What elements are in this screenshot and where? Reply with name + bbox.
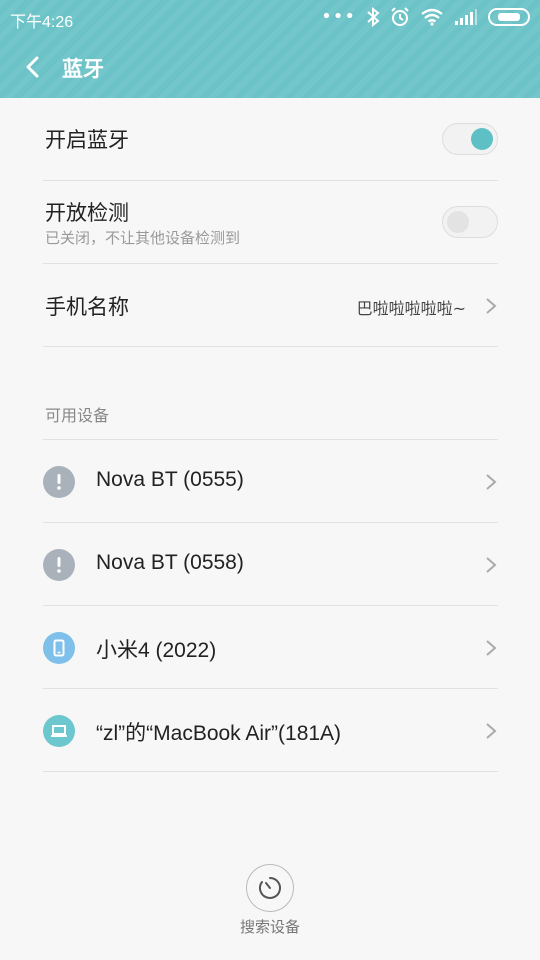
device-name: Nova BT (0558) [96,551,244,574]
chevron-right-icon [486,557,497,573]
toggle-knob [447,211,469,233]
wifi-icon [421,8,443,26]
alarm-icon [391,7,409,26]
signal-icon [455,9,477,25]
discoverable-toggle-switch[interactable] [442,206,498,238]
discoverable-toggle-subtitle: 已关闭，不让其他设备检测到 [45,229,241,247]
refresh-search-icon [259,877,281,899]
chevron-right-icon [486,640,497,656]
phone-icon [43,632,75,664]
toggle-knob [471,128,493,150]
discoverable-toggle-row[interactable]: 开放检测 已关闭，不让其他设备检测到 [43,181,498,264]
title-bar: 蓝牙 [0,36,540,98]
search-devices-button[interactable] [246,864,294,912]
available-devices-label: 可用设备 [45,406,110,425]
battery-icon [488,8,530,26]
status-icons: ••• [321,7,530,27]
laptop-icon [43,715,75,747]
status-time: 下午4:26 [10,14,74,31]
device-name-value: 巴啦啦啦啦啦~ [356,299,466,318]
device-name-row[interactable]: 手机名称 巴啦啦啦啦啦~ [43,264,498,347]
device-name: Nova BT (0555) [96,468,244,491]
bluetooth-toggle-label: 开启蓝牙 [45,128,129,152]
device-list-item[interactable]: Nova BT (0558) [43,523,498,606]
exclamation-icon [43,549,75,581]
status-bar: 下午4:26 ••• [0,0,540,36]
device-name: “zl”的“MacBook Air”(181A) [96,722,342,745]
page-title: 蓝牙 [62,57,104,81]
device-name: 小米4 (2022) [96,639,217,662]
device-list-item[interactable]: 小米4 (2022) [43,606,498,689]
more-dots-icon: ••• [321,6,356,27]
bluetooth-toggle-switch[interactable] [442,123,498,155]
chevron-right-icon [486,723,497,739]
chevron-right-icon [486,298,497,314]
header-bar: 下午4:26 ••• 蓝牙 [0,0,540,98]
exclamation-icon [43,466,75,498]
chevron-right-icon [486,474,497,490]
discoverable-toggle-label: 开放检测 [45,201,129,225]
back-arrow-icon[interactable] [22,52,50,82]
bluetooth-toggle-row[interactable]: 开启蓝牙 [43,98,498,181]
search-devices-label[interactable]: 搜索设备 [0,916,540,937]
device-list-item[interactable]: Nova BT (0555) [43,440,498,523]
bluetooth-icon [367,7,380,27]
device-list-item[interactable]: “zl”的“MacBook Air”(181A) [43,689,498,772]
device-name-label: 手机名称 [45,295,129,319]
